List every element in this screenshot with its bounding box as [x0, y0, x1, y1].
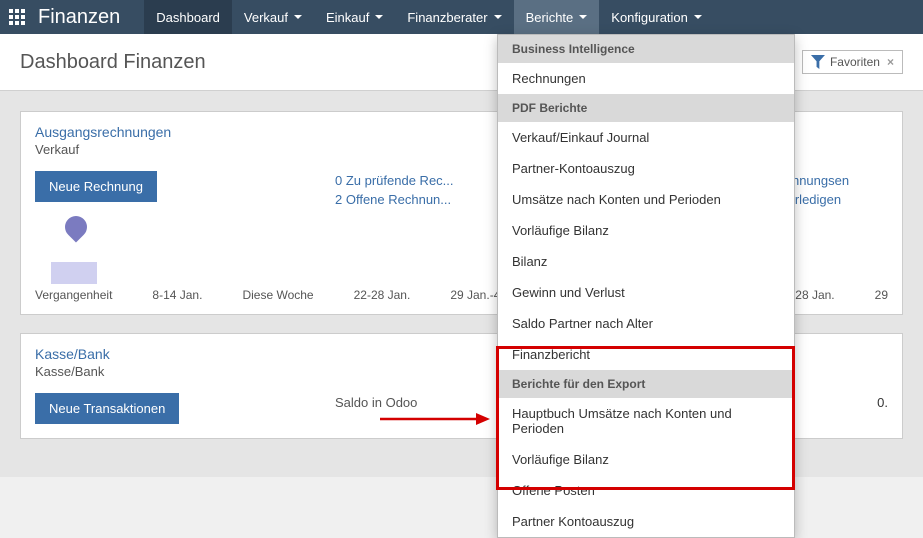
nav-finanzberater[interactable]: Finanzberater [395, 0, 513, 34]
stat-value: 0. [838, 395, 888, 410]
dropdown-header: Berichte für den Export [498, 370, 794, 398]
dropdown-item-rechnungen[interactable]: Rechnungen [498, 63, 794, 94]
stat-label: Saldo in Odoo [335, 395, 417, 410]
nav-verkauf[interactable]: Verkauf [232, 0, 314, 34]
chevron-down-icon [375, 15, 383, 19]
chevron-down-icon [579, 15, 587, 19]
apps-icon[interactable] [0, 0, 34, 34]
dropdown-item-partner-konto[interactable]: Partner-Kontoauszug [498, 153, 794, 184]
dropdown-item-hauptbuch[interactable]: Hauptbuch Umsätze nach Konten und Period… [498, 398, 794, 444]
chevron-down-icon [494, 15, 502, 19]
nav-einkauf[interactable]: Einkauf [314, 0, 395, 34]
stat-link[interactable]: 0 Zu prüfende Rec... [335, 173, 454, 188]
dropdown-item-saldo-partner[interactable]: Saldo Partner nach Alter [498, 308, 794, 339]
timeline-label: 8-14 Jan. [152, 288, 202, 302]
nav-konfiguration[interactable]: Konfiguration [599, 0, 714, 34]
dropdown-item-journal[interactable]: Verkauf/Einkauf Journal [498, 122, 794, 153]
nav-berichte[interactable]: Berichte [514, 0, 600, 34]
favorites-button[interactable]: Favoriten × [802, 50, 903, 74]
berichte-dropdown: Business Intelligence Rechnungen PDF Ber… [497, 34, 795, 538]
dropdown-item-partner-konto-2[interactable]: Partner Kontoauszug [498, 506, 794, 537]
chevron-down-icon [294, 15, 302, 19]
timeline-label: Diese Woche [242, 288, 313, 302]
close-icon[interactable]: × [887, 55, 894, 69]
dropdown-item-gewinn-verlust[interactable]: Gewinn und Verlust [498, 277, 794, 308]
dropdown-header: PDF Berichte [498, 94, 794, 122]
dropdown-item-bilanz[interactable]: Bilanz [498, 246, 794, 277]
neue-rechnung-button[interactable]: Neue Rechnung [35, 171, 157, 202]
dropdown-item-vorl-bilanz-2[interactable]: Vorläufige Bilanz [498, 444, 794, 475]
timeline-label: 29 [875, 288, 888, 302]
dropdown-item-finanzbericht[interactable]: Finanzbericht [498, 339, 794, 370]
dropdown-item-vorl-bilanz[interactable]: Vorläufige Bilanz [498, 215, 794, 246]
neue-transaktionen-button[interactable]: Neue Transaktionen [35, 393, 179, 424]
chevron-down-icon [694, 15, 702, 19]
timeline-bar [51, 262, 97, 284]
timeline-label: 22-28 Jan. [354, 288, 411, 302]
top-navbar: Finanzen Dashboard Verkauf Einkauf Finan… [0, 0, 923, 34]
drop-icon [60, 211, 91, 242]
timeline-label: Vergangenheit [35, 288, 112, 302]
nav-dashboard[interactable]: Dashboard [144, 0, 232, 34]
funnel-icon [811, 55, 825, 69]
dropdown-header: Business Intelligence [498, 35, 794, 63]
dropdown-item-umsaetze[interactable]: Umsätze nach Konten und Perioden [498, 184, 794, 215]
stat-link[interactable]: 2 Offene Rechnun... [335, 192, 451, 207]
favorites-label: Favoriten [830, 55, 880, 69]
brand-title: Finanzen [34, 6, 134, 29]
dropdown-item-offene-posten[interactable]: Offene Posten [498, 475, 794, 506]
page-title: Dashboard Finanzen [20, 51, 206, 74]
